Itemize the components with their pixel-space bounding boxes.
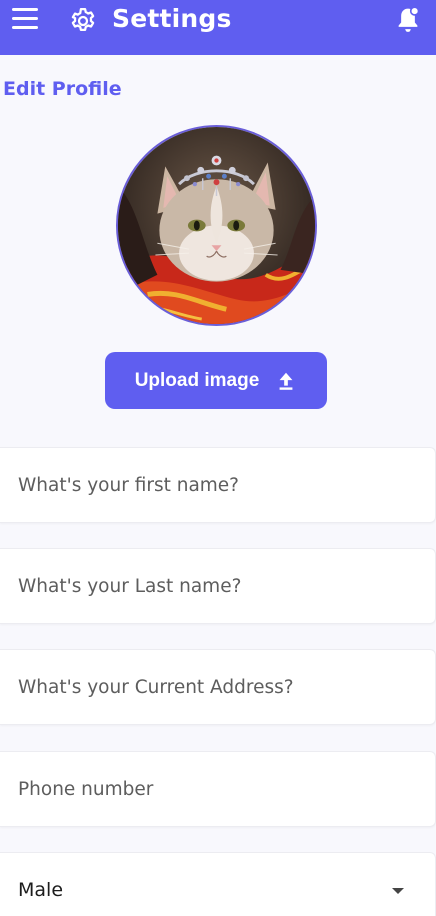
last-name-input[interactable] [0, 549, 435, 623]
bell-icon[interactable] [394, 4, 422, 36]
last-name-field [0, 548, 436, 624]
upload-image-label: Upload image [134, 369, 260, 391]
avatar[interactable] [116, 125, 317, 326]
phone-field [0, 751, 436, 827]
upload-icon [279, 372, 293, 390]
settings-screen: Settings Edit Profile Upload image What'… [0, 0, 436, 916]
address-input[interactable] [0, 650, 435, 724]
edit-profile-heading: Edit Profile [3, 78, 122, 100]
gender-select[interactable]: Male [0, 852, 436, 916]
avatar-image [118, 127, 315, 324]
app-title: Settings [112, 4, 232, 33]
upload-image-button[interactable]: Upload image [105, 352, 327, 409]
chevron-down-icon[interactable] [392, 888, 404, 894]
gear-icon[interactable] [68, 6, 98, 36]
gender-select-value: Male [18, 879, 64, 901]
first-name-field [0, 447, 436, 523]
address-field [0, 649, 436, 725]
phone-input[interactable] [0, 752, 435, 826]
menu-icon[interactable] [12, 8, 40, 32]
first-name-input[interactable] [0, 448, 435, 522]
app-bar: Settings [0, 0, 436, 55]
